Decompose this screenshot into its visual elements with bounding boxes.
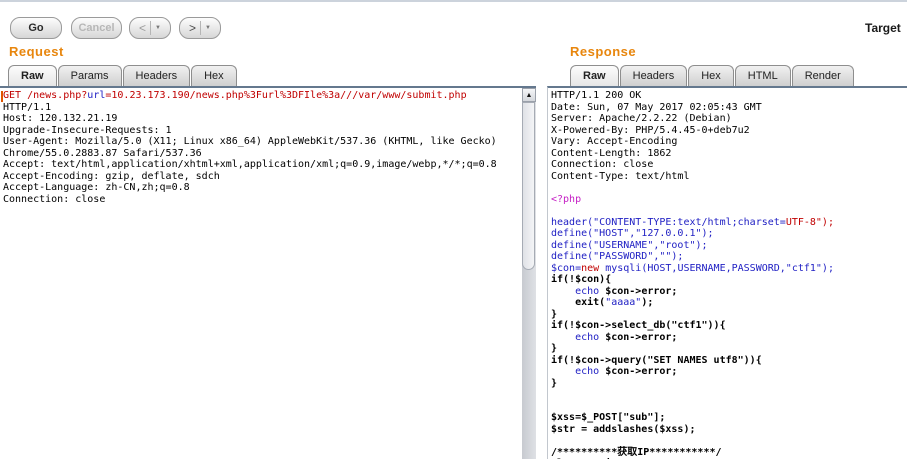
tab-hex[interactable]: Hex: [191, 65, 237, 86]
response-viewer-pane: HTTP/1.1 200 OKDate: Sun, 07 May 2017 02…: [547, 86, 907, 459]
code-line: Content-Type: text/html: [551, 171, 907, 183]
history-forward-label: >: [189, 21, 196, 35]
code-line: Date: Sun, 07 May 2017 02:05:43 GMT: [551, 102, 907, 114]
history-back-label: <: [139, 21, 146, 35]
code-line: if(!$con){: [551, 274, 907, 286]
code-line: Accept: text/html,application/xhtml+xml,…: [3, 159, 522, 171]
tab-headers[interactable]: Headers: [123, 65, 191, 86]
response-tab-strip: RawHeadersHexHTMLRender: [570, 65, 854, 86]
repeater-window: { "toolbar": { "go": "Go", "cancel": "Ca…: [0, 0, 907, 459]
code-line: <?php: [551, 194, 907, 206]
code-line: echo $con->error;: [551, 366, 907, 378]
tab-headers[interactable]: Headers: [620, 65, 688, 86]
code-line: Vary: Accept-Encoding: [551, 136, 907, 148]
code-line: define("HOST","127.0.0.1");: [551, 228, 907, 240]
code-line: }: [551, 378, 907, 390]
request-tab-strip: RawParamsHeadersHex: [8, 65, 237, 86]
code-line: Accept-Encoding: gzip, deflate, sdch: [3, 171, 522, 183]
code-line: }: [551, 343, 907, 355]
code-line: define("USERNAME","root");: [551, 240, 907, 252]
code-line: exit("aaaa");: [551, 297, 907, 309]
request-editor-pane: GET /news.php?url=10.23.173.190/news.php…: [0, 86, 536, 459]
cancel-button-label: Cancel: [78, 22, 114, 34]
chevron-down-icon[interactable]: ▼: [155, 25, 161, 31]
button-divider: [200, 21, 201, 35]
go-button[interactable]: Go: [10, 17, 62, 39]
code-line: Server: Apache/2.2.22 (Debian): [551, 113, 907, 125]
tab-html[interactable]: HTML: [735, 65, 791, 86]
target-label: Target: [865, 21, 901, 35]
request-raw-editor[interactable]: GET /news.php?url=10.23.173.190/news.php…: [0, 88, 522, 459]
history-back-button[interactable]: < ▼: [129, 17, 171, 39]
code-line: X-Powered-By: PHP/5.4.45-0+deb7u2: [551, 125, 907, 137]
request-section-title: Request: [9, 44, 64, 59]
code-line: User-Agent: Mozilla/5.0 (X11; Linux x86_…: [3, 136, 522, 148]
code-line: [551, 435, 907, 447]
code-line: HTTP/1.1 200 OK: [551, 90, 907, 102]
code-line: Content-Length: 1862: [551, 148, 907, 160]
code-line: [551, 182, 907, 194]
code-line: Chrome/55.0.2883.87 Safari/537.36: [3, 148, 522, 160]
tab-hex[interactable]: Hex: [688, 65, 734, 86]
code-line: if(!$con->select_db("ctf1")){: [551, 320, 907, 332]
code-line: header("CONTENT-TYPE:text/html;charset=U…: [551, 217, 907, 229]
code-line: GET /news.php?url=10.23.173.190/news.php…: [3, 90, 522, 102]
code-line: Host: 120.132.21.19: [3, 113, 522, 125]
code-line: Accept-Language: zh-CN,zh;q=0.8: [3, 182, 522, 194]
request-scrollbar-thumb[interactable]: [522, 102, 535, 270]
code-line: Connection: close: [551, 159, 907, 171]
code-line: if(!$con->query("SET NAMES utf8")){: [551, 355, 907, 367]
code-line: $str = addslashes($xss);: [551, 424, 907, 436]
go-button-label: Go: [28, 22, 43, 34]
tab-raw[interactable]: Raw: [8, 65, 57, 86]
code-line: [551, 205, 907, 217]
chevron-down-icon[interactable]: ▼: [205, 25, 211, 31]
code-line: [551, 401, 907, 413]
code-line: $con=new mysqli(HOST,USERNAME,PASSWORD,"…: [551, 263, 907, 275]
response-raw-viewer[interactable]: HTTP/1.1 200 OKDate: Sun, 07 May 2017 02…: [548, 88, 907, 459]
code-line: }: [551, 309, 907, 321]
code-line: define("PASSWORD","");: [551, 251, 907, 263]
tab-render[interactable]: Render: [792, 65, 854, 86]
code-line: [551, 389, 907, 401]
code-line: echo $con->error;: [551, 286, 907, 298]
text-caret: [1, 91, 3, 102]
response-section-title: Response: [570, 44, 636, 59]
code-line: $xss=$_POST["sub"];: [551, 412, 907, 424]
button-divider: [150, 21, 151, 35]
scroll-up-arrow-icon[interactable]: ▲: [522, 88, 536, 102]
request-scrollbar[interactable]: ▲: [522, 88, 536, 459]
code-line: HTTP/1.1: [3, 102, 522, 114]
code-line: Upgrade-Insecure-Requests: 1: [3, 125, 522, 137]
code-line: echo $con->error;: [551, 332, 907, 344]
code-line: /**********获取IP***********/: [551, 447, 907, 459]
history-forward-button[interactable]: > ▼: [179, 17, 221, 39]
tab-params[interactable]: Params: [58, 65, 122, 86]
code-line: Connection: close: [3, 194, 522, 206]
cancel-button[interactable]: Cancel: [71, 17, 122, 39]
tab-raw[interactable]: Raw: [570, 65, 619, 86]
